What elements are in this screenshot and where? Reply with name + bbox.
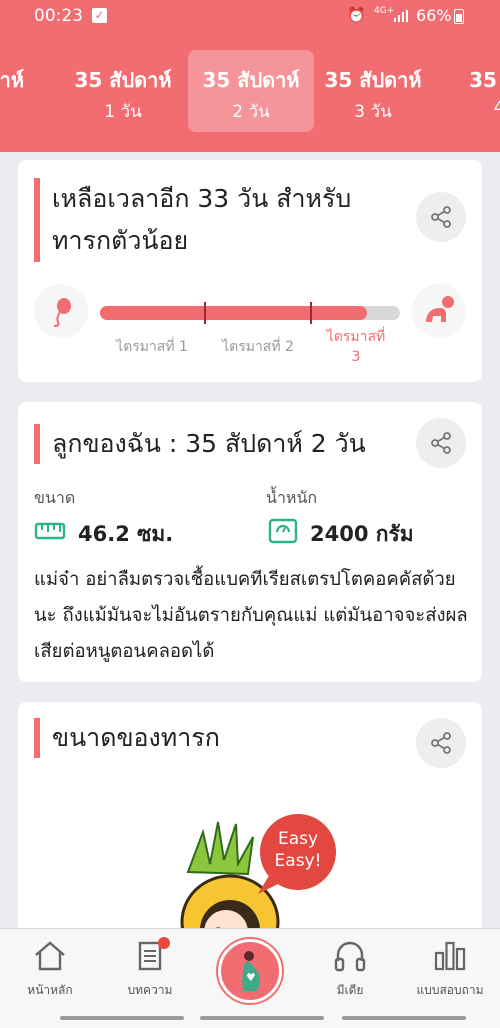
nav-survey[interactable]: แบบสอบถาม (410, 939, 490, 1000)
week-tab-day: 3 วัน (354, 102, 392, 122)
week-tab-day: 1 วัน (104, 102, 142, 122)
nav-home-label: หน้าหลัก (27, 983, 73, 997)
nav-articles[interactable]: บทความ (110, 939, 190, 1000)
weight-label: น้ำหนัก (266, 488, 318, 507)
battery-percent: 66% (416, 6, 452, 25)
week-tab-next[interactable]: 35 สัป 4 (436, 50, 500, 132)
notification-check-icon: ✓ (92, 8, 107, 23)
week-tab-label: 35 สัปดาห์ (74, 68, 172, 92)
pregnancy-progress-fill (100, 306, 367, 320)
week-tab-day: 4 (493, 98, 500, 118)
network-type: 4G+ (374, 6, 395, 16)
home-icon (35, 941, 65, 971)
pregnancy-progress-bar (100, 302, 400, 324)
my-baby-card: ลูกของฉัน : 35 สัปดาห์ 2 วัน ขนาด 46.2 ซ… (18, 402, 482, 682)
countdown-card: เหลือเวลาอีก 33 วัน สำหรับ ทารกตัวน้อย ไ… (18, 160, 482, 382)
pregnant-mother-icon (242, 951, 260, 991)
my-baby-title: ลูกของฉัน : 35 สัปดาห์ 2 วัน (34, 424, 366, 464)
week-tab-label: 35 สัปดาห์ (202, 68, 300, 92)
nav-articles-label: บทความ (127, 983, 173, 997)
weight-value: 2400 กรัม (310, 522, 414, 546)
conception-icon (34, 284, 88, 338)
share-button[interactable] (416, 418, 466, 468)
size-label: ขนาด (34, 488, 76, 507)
ruler-icon (34, 522, 66, 540)
gesture-bar (200, 1016, 324, 1020)
pregnancy-center-button[interactable] (218, 939, 282, 1003)
status-bar: 00:23 ✓ ⏰ 4G+ 66% (0, 0, 500, 34)
battery-icon (454, 9, 464, 24)
baby-size-title: ขนาดของทารก (34, 718, 220, 758)
baby-size-card: ขนาดของทารก Easy Easy! (18, 702, 482, 942)
countdown-title: เหลือเวลาอีก 33 วัน สำหรับ ทารกตัวน้อย (34, 178, 351, 262)
bottom-navigation: หน้าหลัก บทความ มีเดีย แบบสอบถาม (0, 928, 500, 1028)
nav-home[interactable]: หน้าหลัก (10, 939, 90, 1000)
share-button[interactable] (416, 192, 466, 242)
scale-icon (268, 518, 298, 544)
week-tab-35-3[interactable]: 35 สัปดาห์ 3 วัน (310, 50, 436, 132)
size-value: 46.2 ซม. (78, 522, 174, 546)
gesture-bar (60, 1016, 184, 1020)
week-tab-label: 35 สัปดาห์ (324, 68, 422, 92)
week-selector: ปดาห์ 35 สัปดาห์ 1 วัน 35 สัปดาห์ 2 วัน … (0, 34, 500, 152)
week-tab-label: ปดาห์ (0, 68, 25, 92)
trimester-label-2: ไตรมาสที่ 2 (222, 339, 294, 355)
week-tab-day: 2 วัน (232, 102, 270, 122)
bubble-line1: Easy (278, 829, 318, 849)
alarm-icon: ⏰ (347, 6, 366, 24)
week-tab-35-2[interactable]: 35 สัปดาห์ 2 วัน (188, 50, 314, 132)
share-icon (431, 732, 451, 754)
notification-badge (158, 937, 170, 949)
trimester-divider (310, 302, 312, 324)
share-icon (431, 206, 451, 228)
trimester-label-3: ไตรมาสที่ (326, 329, 386, 345)
week-tab-label: 35 สัป (469, 68, 500, 92)
week-tab-prev[interactable]: ปดาห์ (0, 50, 62, 132)
status-time: 00:23 (34, 6, 83, 26)
pineapple-baby-illustration: Easy Easy! (180, 814, 336, 942)
signal-icon (394, 10, 410, 22)
baby-description: แม่จ๋า อย่าลืมตรวจเชื้อแบคทีเรียสเตรปโตค… (34, 569, 468, 662)
nav-media-label: มีเดีย (336, 983, 364, 997)
nav-media[interactable]: มีเดีย (310, 939, 390, 1000)
trimester-label-1: ไตรมาสที่ 1 (116, 339, 188, 355)
bar-chart-icon (434, 941, 466, 971)
baby-crawl-icon (412, 284, 466, 338)
nav-survey-label: แบบสอบถาม (416, 983, 484, 997)
countdown-title-line2: ทารกตัวน้อย (52, 226, 189, 255)
trimester-divider (204, 302, 206, 324)
share-icon (431, 432, 451, 454)
week-tab-35-1[interactable]: 35 สัปดาห์ 1 วัน (60, 50, 186, 132)
countdown-title-line1: เหลือเวลาอีก 33 วัน สำหรับ (52, 184, 352, 213)
bubble-line2: Easy! (275, 851, 322, 871)
gesture-bar (342, 1016, 466, 1020)
share-button[interactable] (416, 718, 466, 768)
trimester-label-3-number: 3 (351, 349, 361, 365)
headphones-icon (334, 941, 366, 972)
